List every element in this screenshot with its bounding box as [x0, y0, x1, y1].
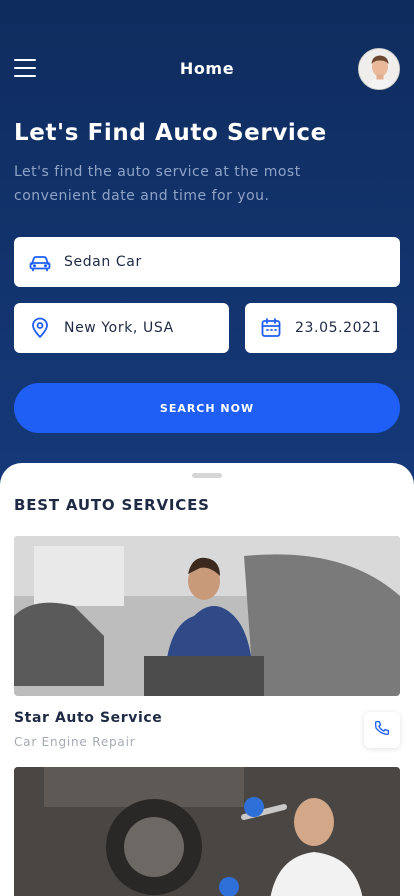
car-icon: [28, 250, 52, 274]
service-category: Car Engine Repair: [14, 735, 136, 749]
hero-headline: Let's Find Auto Service: [14, 120, 327, 146]
location-field[interactable]: New York, USA: [14, 303, 229, 353]
phone-icon: [373, 719, 391, 741]
sheet-drag-handle[interactable]: [192, 473, 222, 478]
vehicle-field[interactable]: Sedan Car: [14, 237, 400, 287]
calendar-icon: [259, 316, 283, 340]
hero-subline: Let's find the auto service at the most …: [14, 164, 301, 204]
call-button[interactable]: [364, 712, 400, 748]
vehicle-value: Sedan Car: [64, 254, 142, 270]
service-image[interactable]: [14, 536, 400, 696]
location-pin-icon: [28, 316, 52, 340]
service-name[interactable]: Star Auto Service: [14, 710, 162, 726]
top-bar: Home: [0, 44, 414, 94]
avatar[interactable]: [358, 48, 400, 90]
page-title: Home: [179, 59, 235, 78]
service-image[interactable]: [14, 767, 400, 896]
date-value: 23.05.2021: [295, 320, 382, 336]
location-value: New York, USA: [64, 320, 174, 336]
results-sheet: BEST AUTO SERVICES Star Auto Service Car…: [0, 463, 414, 896]
search-now-button[interactable]: SEARCH NOW: [14, 383, 400, 433]
section-title: BEST AUTO SERVICES: [14, 496, 210, 514]
date-field[interactable]: 23.05.2021: [245, 303, 397, 353]
